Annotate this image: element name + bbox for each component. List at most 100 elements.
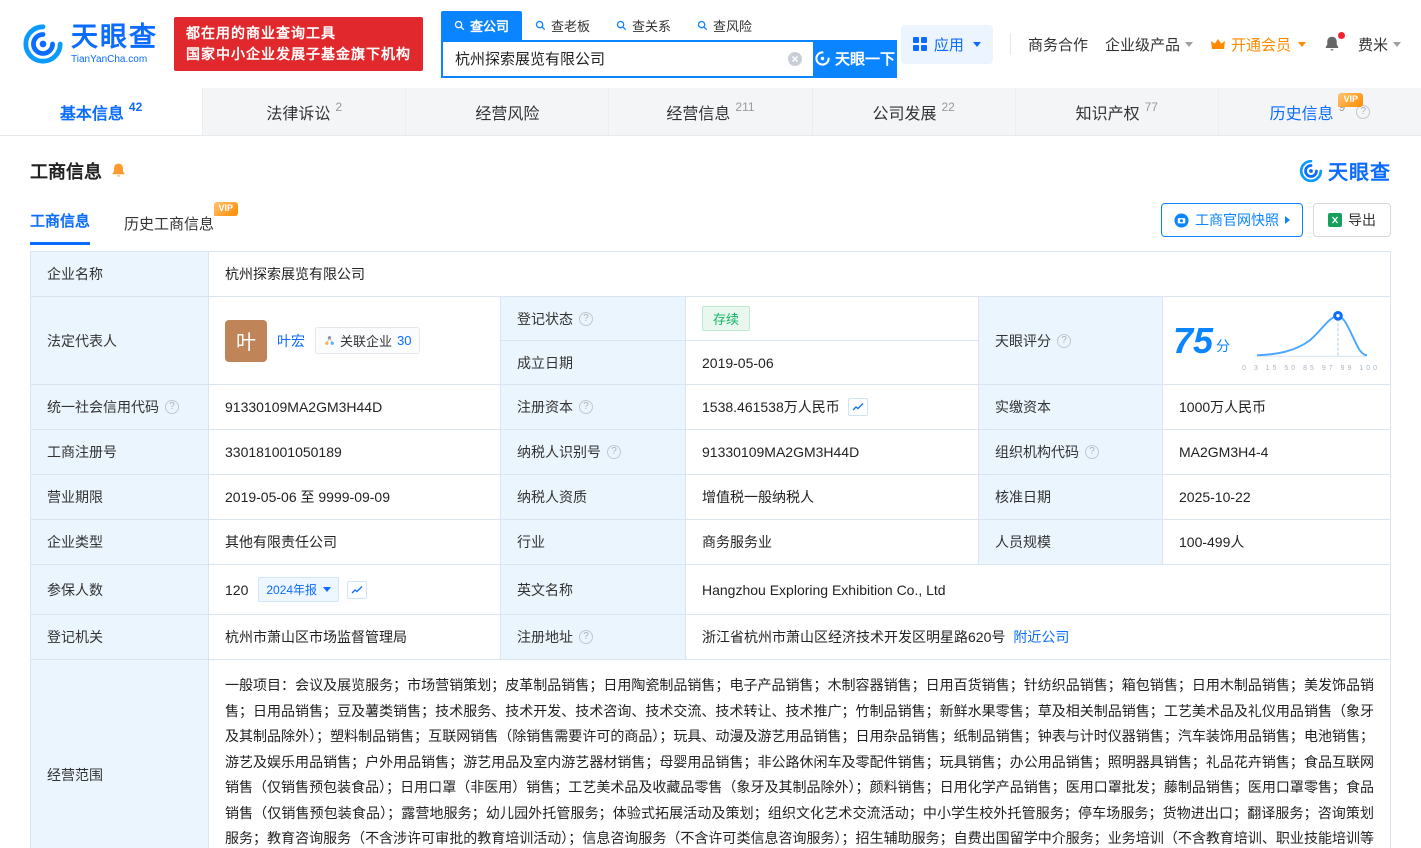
help-icon[interactable] (165, 400, 179, 414)
apps-menu[interactable]: 应用 (900, 24, 993, 64)
score-label: 天眼评分 (979, 297, 1163, 385)
field-value: 杭州探索展览有限公司 (225, 266, 365, 282)
tab-intellectual-property[interactable]: 知识产权 77 (1016, 88, 1219, 135)
score-number: 75 (1173, 319, 1214, 361)
org-code-value: MA2GM3H4-4 (1163, 430, 1390, 475)
help-icon[interactable] (607, 445, 621, 459)
section-actions: 工商官网快照 导出 (1161, 203, 1391, 237)
promo-line1: 都在用的商业查询工具 (186, 25, 336, 41)
establish-date-label: 成立日期 (501, 341, 686, 385)
subtab-row: 工商信息 VIP 历史工商信息 工商官网快照 导出 (0, 191, 1421, 245)
nav-open-vip[interactable]: 开通会员 (1210, 34, 1306, 55)
apps-label: 应用 (933, 36, 964, 54)
score-unit: 分 (1216, 337, 1231, 354)
avatar[interactable]: 叶 (225, 319, 267, 362)
field-label: 组织机构代码 (995, 444, 1079, 460)
search-input[interactable] (441, 39, 813, 78)
related-companies-badge[interactable]: 关联企业 30 (315, 327, 421, 354)
industry-value: 商务服务业 (686, 520, 979, 565)
tab-count: 42 (128, 99, 143, 114)
tab-basic-info[interactable]: 基本信息 42 (0, 88, 204, 135)
tab-history-info[interactable]: VIP 历史信息 9 (1219, 88, 1421, 135)
tab-label: 知识产权 (1075, 105, 1140, 123)
company-type-value: 其他有限责任公司 (209, 520, 501, 565)
nearby-companies-link[interactable]: 附近公司 (1013, 627, 1069, 647)
table-row: 法定代表人 叶 叶宏 关联企业 30 登记状态 存续 成立日期 2019-05-… (31, 297, 1390, 385)
staff-size-value: 100-499人 (1163, 520, 1390, 565)
export-button[interactable]: 导出 (1313, 203, 1391, 237)
tianyancha-logo[interactable]: 天眼查 TianYanCha.com (22, 23, 158, 65)
reg-authority-value: 杭州市萧山区市场监督管理局 (209, 615, 501, 660)
help-icon[interactable] (1085, 445, 1099, 459)
taxpayer-quality-label: 纳税人资质 (501, 475, 686, 520)
vip-badge: VIP (213, 202, 239, 216)
search-tab-company[interactable]: 查公司 (441, 10, 523, 40)
official-snapshot-button[interactable]: 工商官网快照 (1161, 203, 1303, 237)
help-icon[interactable] (1057, 333, 1071, 348)
tab-label: 公司发展 (872, 105, 937, 123)
table-row: 参保人数 120 2024年报 英文名称 Hangzhou Exploring … (31, 565, 1390, 615)
field-label: 天眼评分 (995, 332, 1051, 349)
score-value[interactable]: 75 分 0 3 15 50 85 97 99 100 (1163, 297, 1390, 385)
search-tabs: 查公司 查老板 查关系 查风险 (441, 10, 897, 40)
button-label: 工商官网快照 (1195, 212, 1279, 228)
field-label: 行业 (517, 534, 545, 550)
user-menu[interactable]: 费米 (1358, 34, 1401, 55)
tab-legal-proceedings[interactable]: 法律诉讼 2 (203, 88, 407, 135)
tab-operation-risk[interactable]: 经营风险 (406, 88, 610, 135)
field-value: 2025-10-22 (1179, 489, 1251, 505)
subscribe-bell-icon[interactable] (110, 162, 127, 179)
notifications-bell[interactable] (1323, 32, 1345, 53)
search-tab-boss[interactable]: 查老板 (522, 11, 603, 40)
table-row: 登记机关 杭州市萧山区市场监督管理局 注册地址 浙江省杭州市萧山区经济技术开发区… (31, 615, 1390, 660)
legal-rep-name-link[interactable]: 叶宏 (277, 331, 305, 351)
search-button[interactable]: 天眼一下 (813, 39, 897, 78)
tab-company-development[interactable]: 公司发展 22 (813, 88, 1016, 135)
reg-status-value: 存续 (686, 297, 979, 341)
help-icon[interactable] (579, 630, 593, 644)
top-right-nav: 应用 商务合作 企业级产品 开通会员 费米 (900, 24, 1401, 64)
related-companies-icon (325, 336, 334, 345)
reg-address-value: 浙江省杭州市萧山区经济技术开发区明星路620号 附近公司 (686, 615, 1390, 660)
field-value: 330181001050189 (225, 444, 342, 460)
field-value: 2019-05-06 (702, 354, 774, 371)
promo-line2: 国家中小企业发展子基金旗下机构 (186, 46, 411, 62)
clear-input-icon[interactable] (787, 51, 803, 72)
field-value: 商务服务业 (702, 534, 772, 550)
score-axis-labels: 0 3 15 50 85 97 99 100 (1241, 364, 1380, 372)
table-row: 企业名称 杭州探索展览有限公司 (31, 252, 1390, 297)
subtab-history-business-info[interactable]: VIP 历史工商信息 (124, 202, 239, 245)
search-icon (535, 20, 546, 30)
tab-label: 经营信息 (666, 105, 731, 123)
nav-enterprise-products[interactable]: 企业级产品 (1105, 34, 1193, 55)
annual-report-badge[interactable]: 2024年报 (258, 577, 340, 602)
search-tab-relation[interactable]: 查关系 (603, 11, 684, 40)
status-badge: 存续 (702, 306, 751, 331)
field-label: 经营范围 (47, 767, 103, 783)
field-label: 注册地址 (517, 629, 573, 645)
company-nav-tabs: 基本信息 42 法律诉讼 2 经营风险 经营信息 211 公司发展 22 知识产… (0, 88, 1421, 136)
vip-badge: VIP (1338, 93, 1363, 107)
help-icon[interactable] (579, 311, 593, 326)
tab-count: 211 (735, 99, 755, 114)
tab-label: 法律诉讼 (266, 105, 331, 123)
chevron-down-icon (972, 41, 981, 47)
subtab-business-info[interactable]: 工商信息 (30, 210, 91, 245)
field-label: 成立日期 (517, 354, 573, 371)
nav-label: 开通会员 (1230, 36, 1291, 54)
industry-label: 行业 (501, 520, 686, 565)
help-icon[interactable] (579, 400, 593, 414)
avatar-initial: 叶 (236, 332, 256, 354)
subtab-label: 工商信息 (30, 213, 91, 230)
field-value: 一般项目：会议及展览服务；市场营销策划；皮革制品销售；日用陶瓷制品销售；电子产品… (225, 677, 1374, 846)
nav-business-coop[interactable]: 商务合作 (1028, 34, 1088, 55)
search-tab-risk[interactable]: 查风险 (684, 11, 765, 40)
insured-trend-chart-icon[interactable] (347, 580, 368, 599)
field-value: 浙江省杭州市萧山区经济技术开发区明星路620号 (702, 629, 1006, 645)
username: 费米 (1357, 36, 1388, 54)
top-bar: 天眼查 TianYanCha.com 都在用的商业查询工具 国家中小企业发展子基… (0, 0, 1421, 82)
tab-operation-info[interactable]: 经营信息 211 (609, 88, 813, 135)
capital-trend-chart-icon[interactable] (847, 398, 868, 416)
field-value: 91330109MA2GM3H44D (702, 444, 860, 460)
related-companies-count: 30 (397, 333, 412, 348)
